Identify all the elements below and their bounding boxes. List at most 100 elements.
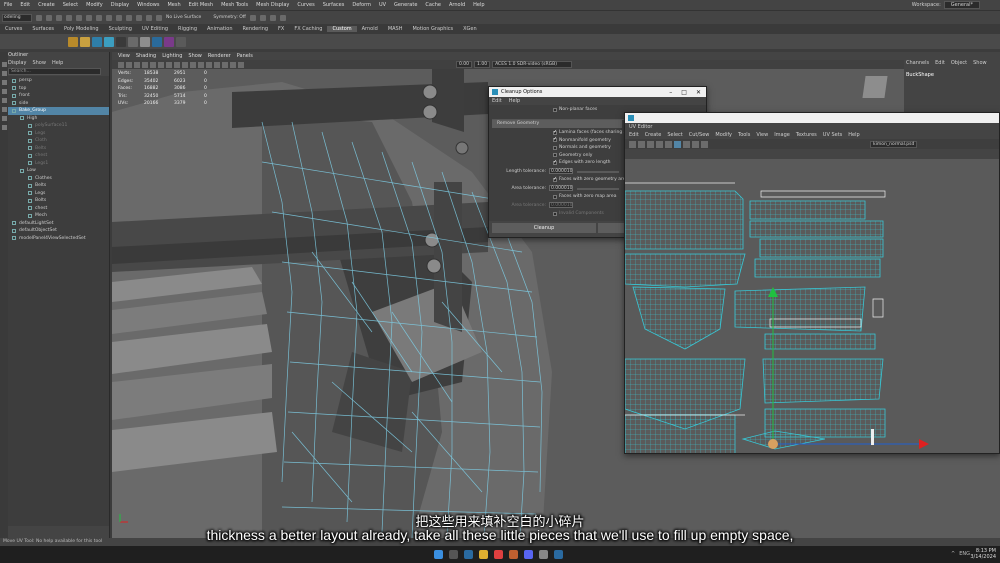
uv-canvas[interactable] bbox=[625, 159, 999, 453]
shelf-tab-xgen[interactable]: XGen bbox=[458, 26, 482, 32]
shelf-tool-icon[interactable] bbox=[128, 36, 138, 47]
remove-geometry-section[interactable]: Remove Geometry bbox=[492, 120, 622, 128]
shelf-tool-icon[interactable] bbox=[176, 36, 186, 47]
uv-tool-icon[interactable] bbox=[638, 140, 645, 148]
outliner-menu-display[interactable]: Display bbox=[8, 60, 26, 67]
far-clip-field[interactable]: 1.00 bbox=[474, 61, 491, 68]
firefox-icon[interactable] bbox=[509, 550, 518, 559]
paint-select-icon[interactable] bbox=[1, 80, 7, 85]
checkbox-box[interactable] bbox=[553, 129, 557, 135]
smooth-shade-icon[interactable] bbox=[182, 61, 188, 68]
layout-single-icon[interactable] bbox=[1, 116, 7, 121]
remove-geometry-checkbox[interactable]: Nonmanifold geometry bbox=[553, 136, 611, 143]
menu-display[interactable]: Display bbox=[107, 2, 133, 8]
viewport-menu-view[interactable]: View bbox=[118, 53, 130, 59]
uv-menu-modify[interactable]: Modify bbox=[715, 132, 732, 138]
close-icon[interactable]: ✕ bbox=[696, 89, 701, 96]
shelf-tool-icon[interactable] bbox=[68, 36, 78, 47]
tray-chevron-icon[interactable]: ^ bbox=[951, 551, 955, 557]
checkbox-box[interactable] bbox=[553, 153, 557, 157]
outliner-item[interactable]: front bbox=[8, 92, 109, 100]
uv-tool-icon[interactable] bbox=[701, 140, 708, 148]
shelf-tab-animation[interactable]: Animation bbox=[202, 26, 238, 32]
shelf-tab-fx[interactable]: FX bbox=[273, 26, 289, 32]
uv-menu-create[interactable]: Create bbox=[645, 132, 662, 138]
app-icon[interactable] bbox=[554, 550, 563, 559]
xray-icon[interactable] bbox=[238, 61, 244, 68]
outliner-item[interactable]: chest bbox=[8, 152, 109, 160]
shelf-tab-sculpting[interactable]: Sculpting bbox=[104, 26, 137, 32]
outliner-item[interactable]: defaultObjectSet bbox=[8, 227, 109, 235]
grid-icon[interactable] bbox=[150, 61, 156, 68]
checkbox-box[interactable] bbox=[553, 211, 557, 216]
snap-curve-icon[interactable] bbox=[126, 14, 132, 21]
menu-cache[interactable]: Cache bbox=[421, 2, 445, 8]
non-planar-checkbox[interactable]: Non-planar faces bbox=[553, 107, 597, 112]
camera-icon[interactable] bbox=[118, 61, 124, 68]
render-frame-icon[interactable] bbox=[259, 14, 266, 21]
shelf-tab-rigging[interactable]: Rigging bbox=[173, 26, 202, 32]
shelf-tab-surfaces[interactable]: Surfaces bbox=[27, 26, 59, 32]
checkbox-box[interactable] bbox=[553, 194, 557, 199]
rotate-tool-icon[interactable] bbox=[1, 98, 7, 103]
lights-icon[interactable] bbox=[206, 61, 212, 68]
shadows-icon[interactable] bbox=[214, 61, 220, 68]
workspace-selector[interactable]: Workspace: General* bbox=[912, 1, 980, 9]
uv-tool-icon[interactable] bbox=[674, 140, 681, 148]
shelf-tab-poly-modeling[interactable]: Poly Modeling bbox=[59, 26, 104, 32]
uv-texture-dropdown[interactable]: kimon_normal.psd bbox=[870, 140, 918, 148]
menu-mesh[interactable]: Mesh bbox=[163, 2, 184, 8]
viewport-menu-panels[interactable]: Panels bbox=[237, 53, 253, 59]
remove-geometry-checkbox[interactable]: Normals and geometry bbox=[553, 145, 611, 150]
zero-map-checkbox[interactable]: Faces with zero map area bbox=[553, 194, 616, 199]
invalid-components-checkbox[interactable]: Invalid Components bbox=[553, 211, 604, 216]
zero-area-checkbox[interactable]: Faces with zero geometry area bbox=[553, 176, 628, 182]
workspace-dropdown[interactable]: General* bbox=[943, 1, 980, 9]
remove-geometry-checkbox[interactable]: Edges with zero length bbox=[553, 159, 611, 165]
language-indicator[interactable]: ENG bbox=[959, 551, 970, 557]
uv-tool-icon[interactable] bbox=[683, 140, 690, 148]
viewport-menu-show[interactable]: Show bbox=[188, 53, 202, 59]
select-object-icon[interactable] bbox=[96, 14, 102, 21]
layout-four-icon[interactable] bbox=[1, 125, 7, 130]
viewport-menu-shading[interactable]: Shading bbox=[136, 53, 156, 59]
open-scene-icon[interactable] bbox=[46, 14, 52, 21]
shelf-tab-custom[interactable]: Custom bbox=[327, 26, 357, 32]
cleanup-button[interactable]: Cleanup bbox=[492, 223, 596, 233]
outliner-item[interactable]: persp bbox=[8, 77, 109, 85]
outliner-item[interactable]: Mech bbox=[8, 212, 109, 220]
undo-icon[interactable] bbox=[66, 14, 72, 21]
select-component-icon[interactable] bbox=[106, 14, 112, 21]
checkbox-box[interactable] bbox=[553, 107, 557, 112]
uv-editor-titlebar[interactable] bbox=[625, 113, 999, 123]
checkbox-box[interactable] bbox=[553, 159, 557, 165]
length-tolerance-input[interactable]: 0.000010 bbox=[549, 168, 573, 174]
outliner-menu-show[interactable]: Show bbox=[32, 60, 46, 67]
channel-menu-channels[interactable]: Channels bbox=[906, 60, 929, 66]
menu-mesh-tools[interactable]: Mesh Tools bbox=[217, 2, 252, 8]
outliner-item[interactable]: top bbox=[8, 85, 109, 93]
save-scene-icon[interactable] bbox=[56, 14, 62, 21]
move-manipulator-center[interactable] bbox=[768, 439, 778, 449]
move-tool-icon[interactable] bbox=[1, 89, 7, 94]
shelf-tool-icon[interactable] bbox=[92, 36, 102, 47]
snap-surface-icon[interactable] bbox=[146, 14, 152, 21]
menu-help[interactable]: Help bbox=[469, 2, 488, 8]
cleanup-menu-edit[interactable]: Edit bbox=[492, 98, 502, 104]
channel-menu-edit[interactable]: Edit bbox=[935, 60, 945, 66]
maximize-icon[interactable]: □ bbox=[681, 89, 687, 96]
uv-tool-icon[interactable] bbox=[665, 140, 672, 148]
viewport-menu-renderer[interactable]: Renderer bbox=[208, 53, 231, 59]
outliner-item[interactable]: Cloth bbox=[8, 137, 109, 145]
shelf-tool-icon[interactable] bbox=[80, 36, 90, 47]
textured-icon[interactable] bbox=[198, 61, 204, 68]
menu-edit[interactable]: Edit bbox=[16, 2, 34, 8]
uv-menu-edit[interactable]: Edit bbox=[629, 132, 639, 138]
viewport-menu-lighting[interactable]: Lighting bbox=[162, 53, 182, 59]
checkbox-box[interactable] bbox=[553, 136, 557, 142]
menu-generate[interactable]: Generate bbox=[390, 2, 421, 8]
channel-menu-show[interactable]: Show bbox=[973, 60, 987, 66]
menu-file[interactable]: File bbox=[0, 2, 16, 8]
shelf-tab-uv-editing[interactable]: UV Editing bbox=[137, 26, 173, 32]
bookmark-icon[interactable] bbox=[134, 61, 140, 68]
